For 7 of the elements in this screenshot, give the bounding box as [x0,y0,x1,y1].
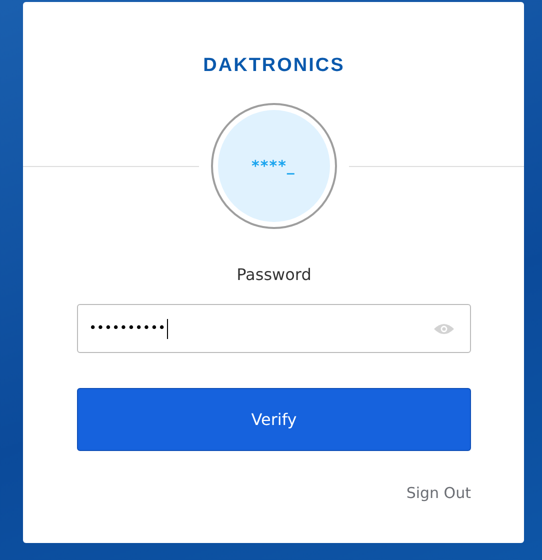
eye-icon[interactable] [433,322,455,336]
password-field[interactable]: •••••••••• [77,304,471,353]
avatar-text: ****_ [218,110,330,222]
password-heading: Password [236,265,312,284]
verify-button[interactable]: Verify [77,388,471,451]
sign-out-link[interactable]: Sign Out [406,484,471,502]
logo: DAKTRONICS [203,55,345,77]
